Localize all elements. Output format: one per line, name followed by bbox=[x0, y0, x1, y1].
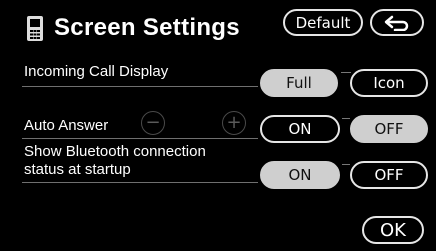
incoming-call-icon-label: Icon bbox=[373, 74, 405, 92]
default-button[interactable]: Default bbox=[283, 9, 363, 36]
bluetooth-status-label-line1: Show Bluetooth connection bbox=[24, 143, 206, 160]
row-connector bbox=[342, 118, 350, 133]
bluetooth-status-on-button[interactable]: ON bbox=[260, 161, 340, 189]
default-button-label: Default bbox=[295, 13, 351, 32]
back-button[interactable] bbox=[370, 9, 424, 36]
back-arrow-icon bbox=[384, 15, 410, 31]
auto-answer-off-label: OFF bbox=[374, 120, 404, 138]
auto-answer-decrease-button[interactable]: − bbox=[141, 111, 165, 135]
row-divider bbox=[22, 86, 258, 87]
ok-button[interactable]: OK bbox=[362, 216, 424, 244]
phone-icon bbox=[26, 15, 46, 42]
header: Screen Settings bbox=[26, 13, 240, 43]
auto-answer-label: Auto Answer bbox=[24, 117, 109, 134]
incoming-call-full-label: Full bbox=[286, 74, 312, 92]
plus-icon: + bbox=[226, 112, 242, 133]
page-title: Screen Settings bbox=[54, 14, 240, 41]
row-divider bbox=[22, 182, 258, 183]
ok-button-label: OK bbox=[380, 219, 406, 241]
bluetooth-status-off-button[interactable]: OFF bbox=[350, 161, 428, 189]
incoming-call-display-label: Incoming Call Display bbox=[24, 63, 169, 80]
auto-answer-increase-button[interactable]: + bbox=[222, 111, 246, 135]
minus-icon: − bbox=[145, 112, 161, 133]
auto-answer-on-button[interactable]: ON bbox=[260, 115, 340, 143]
incoming-call-icon-button[interactable]: Icon bbox=[350, 69, 428, 97]
row-divider bbox=[22, 138, 258, 139]
incoming-call-full-button[interactable]: Full bbox=[260, 69, 338, 97]
screen-settings-screen: Screen Settings Default Incoming Call Di… bbox=[0, 0, 436, 251]
bluetooth-status-off-label: OFF bbox=[374, 166, 404, 184]
bluetooth-status-on-label: ON bbox=[288, 166, 312, 184]
row-connector bbox=[342, 164, 350, 179]
auto-answer-off-button[interactable]: OFF bbox=[350, 115, 428, 143]
auto-answer-on-label: ON bbox=[288, 120, 312, 138]
bluetooth-status-label-line2: status at startup bbox=[24, 161, 131, 178]
